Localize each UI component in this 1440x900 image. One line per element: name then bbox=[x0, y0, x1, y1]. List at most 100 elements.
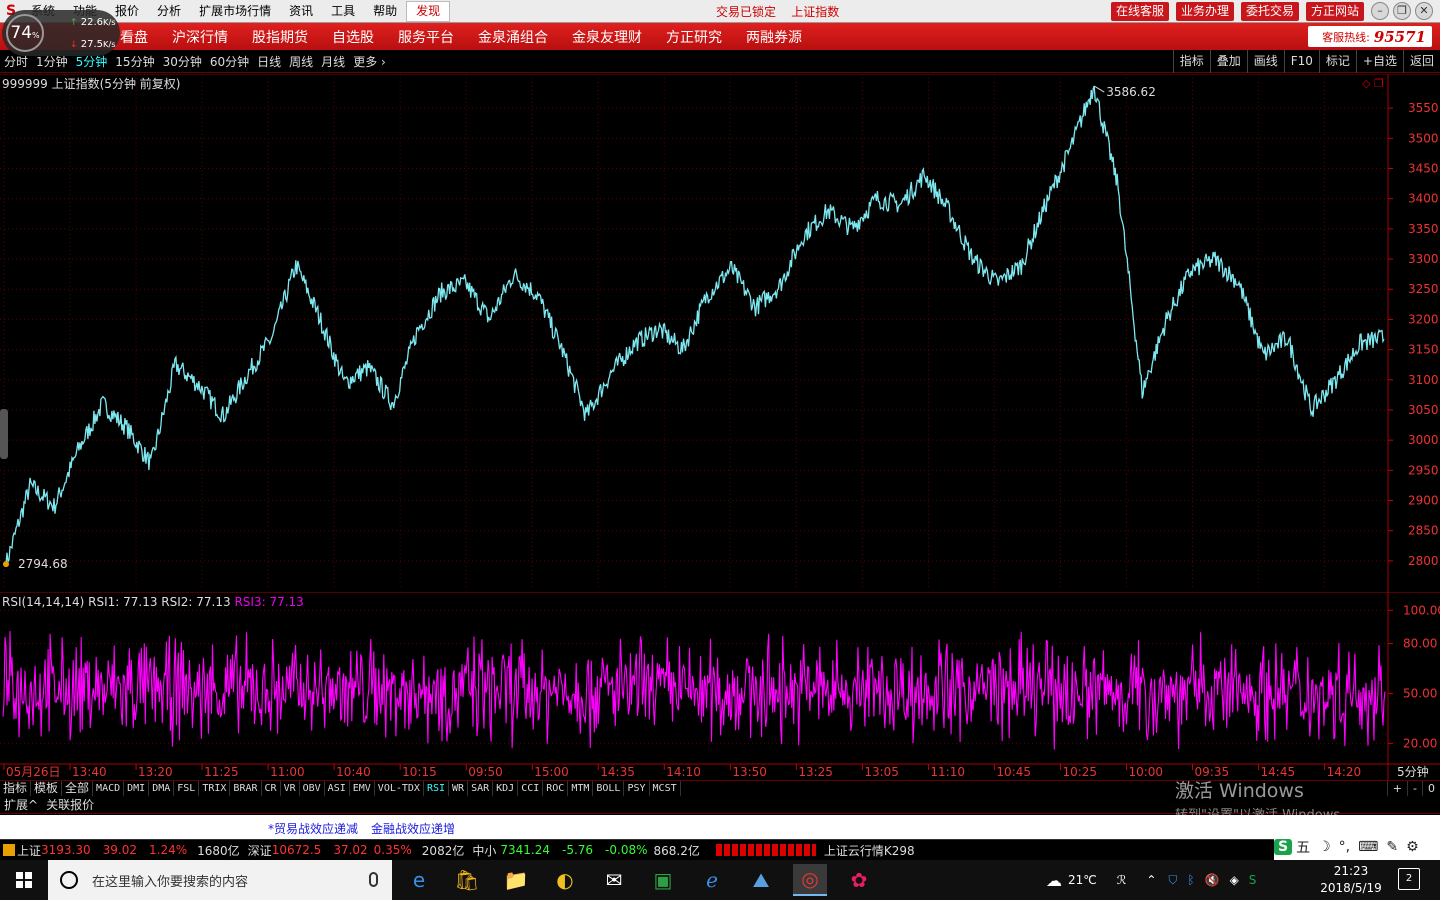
indicator-tab-roc[interactable]: ROC bbox=[543, 781, 569, 796]
indicator-tab-brar[interactable]: BRAR bbox=[230, 781, 262, 796]
tray-expand-icon[interactable]: ⌃ bbox=[1146, 873, 1156, 887]
sh-label[interactable]: 上证 bbox=[17, 842, 41, 859]
indicator-tab-rsi[interactable]: RSI bbox=[424, 781, 450, 796]
nav-margin-source[interactable]: 两融券源 bbox=[734, 27, 814, 47]
shield-icon[interactable]: ⛉ bbox=[1168, 873, 1177, 888]
nav-index-futures[interactable]: 股指期货 bbox=[240, 27, 320, 47]
indicator-tab-wr[interactable]: WR bbox=[449, 781, 469, 796]
window-icon[interactable]: ❐ bbox=[1374, 77, 1384, 90]
nav-service-platform[interactable]: 服务平台 bbox=[386, 27, 466, 47]
settings-icon[interactable]: ⚙ bbox=[1402, 839, 1423, 855]
file-explorer-icon[interactable]: 📁 bbox=[499, 864, 533, 896]
mail-icon[interactable]: ✉ bbox=[597, 864, 631, 896]
period-weekly[interactable]: 周线 bbox=[285, 53, 317, 70]
indicator-tab-macd[interactable]: MACD bbox=[93, 781, 125, 796]
nav-watchlist[interactable]: 自选股 bbox=[320, 27, 386, 47]
menu-tools[interactable]: 工具 bbox=[322, 0, 364, 22]
input-mode-icon[interactable]: 五 bbox=[1292, 837, 1314, 857]
taskbar-clock[interactable]: 21:23 2018/5/19 bbox=[1318, 863, 1384, 897]
network-tray-icon[interactable]: ◈ bbox=[1230, 873, 1239, 887]
start-button[interactable] bbox=[0, 860, 48, 900]
menu-analysis[interactable]: 分析 bbox=[148, 0, 190, 22]
tool-overlay[interactable]: 叠加 bbox=[1209, 50, 1247, 73]
menu-info[interactable]: 资讯 bbox=[280, 0, 322, 22]
sogou-tray-icon[interactable]: S bbox=[1249, 873, 1257, 887]
indicator-tab-cci[interactable]: CCI bbox=[518, 781, 544, 796]
nav-shsz-quotes[interactable]: 沪深行情 bbox=[160, 27, 240, 47]
indicator-tab-emv[interactable]: EMV bbox=[350, 781, 375, 796]
indicator-tab-dma[interactable]: DMA bbox=[149, 781, 175, 796]
order-trade-button[interactable]: 委托交易 bbox=[1241, 2, 1300, 21]
price-chart[interactable]: 2800 2850 2900 2950 3000 3050 3100 3150 3200 3250… bbox=[0, 74, 1440, 592]
pinwheel-app-icon[interactable]: ✿ bbox=[842, 864, 876, 896]
nav-portfolio[interactable]: 金泉涌组合 bbox=[466, 27, 560, 47]
indicator-tab-指标[interactable]: 指标 bbox=[0, 781, 32, 796]
network-app-icon[interactable]: ⛰ bbox=[744, 864, 778, 896]
zx-label[interactable]: 中小 bbox=[472, 842, 496, 859]
indicator-tab-dmi[interactable]: DMI bbox=[124, 781, 150, 796]
tool-add-watchlist[interactable]: +自选 bbox=[1355, 50, 1403, 73]
volume-icon[interactable]: 🔇 bbox=[1205, 873, 1220, 887]
indicator-tab-mcst[interactable]: MCST bbox=[650, 781, 681, 796]
rsi-chart[interactable]: 20.00 50.00 80.00 100.00 05月26日 13:40 13:20 11:… bbox=[0, 592, 1440, 780]
network-speed-widget[interactable]: 74% ↑ 22.6K/s ↓ 27.5K/s bbox=[2, 10, 120, 56]
news-item-2[interactable]: 金融战效应递增 bbox=[371, 820, 455, 837]
indicator-tab-vol-tdx[interactable]: VOL-TDX bbox=[375, 781, 424, 796]
period-60min[interactable]: 60分钟 bbox=[206, 53, 253, 70]
chart-corner-icons[interactable]: ◇ ❐ bbox=[1362, 77, 1384, 90]
period-15min[interactable]: 15分钟 bbox=[111, 53, 158, 70]
tool-mark[interactable]: 标记 bbox=[1318, 50, 1356, 73]
restore-icon[interactable]: ❐ bbox=[1393, 2, 1411, 20]
menu-help[interactable]: 帮助 bbox=[364, 0, 406, 22]
indicator-tab-boll[interactable]: BOLL bbox=[593, 781, 625, 796]
zoom-out-button[interactable]: - bbox=[1407, 781, 1422, 796]
sz-label[interactable]: 深证 bbox=[248, 842, 272, 859]
website-button[interactable]: 方正网站 bbox=[1306, 2, 1365, 21]
photos-icon[interactable]: ▣ bbox=[646, 864, 680, 896]
zoom-reset-button[interactable]: 0 bbox=[1422, 781, 1440, 796]
notification-center-icon[interactable]: 2 bbox=[1398, 868, 1420, 890]
side-panel-handle[interactable] bbox=[0, 409, 8, 459]
tab-extend[interactable]: 扩展^ bbox=[0, 796, 42, 813]
indicator-tab-kdj[interactable]: KDJ bbox=[493, 781, 519, 796]
tool-draw[interactable]: 画线 bbox=[1246, 50, 1284, 73]
keyboard-icon[interactable]: ⌨ bbox=[1354, 839, 1382, 855]
ie-icon[interactable]: ℯ bbox=[695, 864, 729, 896]
sogou-icon[interactable]: S bbox=[1274, 839, 1293, 855]
close-icon[interactable]: ✕ bbox=[1415, 2, 1433, 20]
store-icon[interactable]: 🛍 bbox=[450, 864, 484, 896]
weather-cloud-icon[interactable]: ☁ bbox=[1046, 871, 1062, 890]
cloud-quote[interactable]: 上证云行情K298 bbox=[824, 842, 915, 859]
diamond-icon[interactable]: ◇ bbox=[1362, 77, 1370, 90]
indicator-tab-模板[interactable]: 模板 bbox=[31, 781, 63, 796]
indicator-tab-trix[interactable]: TRIX bbox=[199, 781, 231, 796]
edge-icon[interactable]: e bbox=[402, 864, 436, 896]
hotline[interactable]: 客服热线: 95571 bbox=[1308, 26, 1432, 47]
news-item-1[interactable]: *贸易战效应递减 bbox=[268, 820, 358, 837]
tab-related-quotes[interactable]: 关联报价 bbox=[42, 796, 98, 813]
period-more[interactable]: 更多 › bbox=[349, 53, 390, 70]
people-icon[interactable]: ℛ bbox=[1117, 873, 1127, 887]
indicator-tab-fsl[interactable]: FSL bbox=[174, 781, 200, 796]
indicator-tab-sar[interactable]: SAR bbox=[468, 781, 494, 796]
tool-back[interactable]: 返回 bbox=[1402, 50, 1440, 73]
minimize-icon[interactable]: – bbox=[1371, 2, 1389, 20]
period-daily[interactable]: 日线 bbox=[253, 53, 285, 70]
punctuation-icon[interactable]: °, bbox=[1335, 839, 1354, 855]
indicator-tab-cr[interactable]: CR bbox=[262, 781, 281, 796]
period-30min[interactable]: 30分钟 bbox=[159, 53, 206, 70]
indicator-tab-obv[interactable]: OBV bbox=[300, 781, 325, 796]
menu-discover[interactable]: 发现 bbox=[406, 0, 451, 22]
browser-360-icon[interactable]: ◐ bbox=[548, 864, 582, 896]
indicator-tab-全部[interactable]: 全部 bbox=[62, 781, 94, 796]
nav-wealth[interactable]: 金泉友理财 bbox=[560, 27, 654, 47]
tool-f10[interactable]: F10 bbox=[1283, 50, 1319, 73]
taskbar-search[interactable]: 在这里输入你要搜索的内容 bbox=[48, 860, 392, 900]
nav-research[interactable]: 方正研究 bbox=[654, 27, 734, 47]
moon-icon[interactable]: ☽ bbox=[1314, 839, 1335, 855]
indicator-tab-vr[interactable]: VR bbox=[281, 781, 300, 796]
online-service-button[interactable]: 在线客服 bbox=[1111, 2, 1170, 21]
bluetooth-icon[interactable]: ᛒ bbox=[1187, 873, 1194, 887]
indicator-tab-psy[interactable]: PSY bbox=[624, 781, 650, 796]
tool-indicator[interactable]: 指标 bbox=[1172, 50, 1210, 73]
